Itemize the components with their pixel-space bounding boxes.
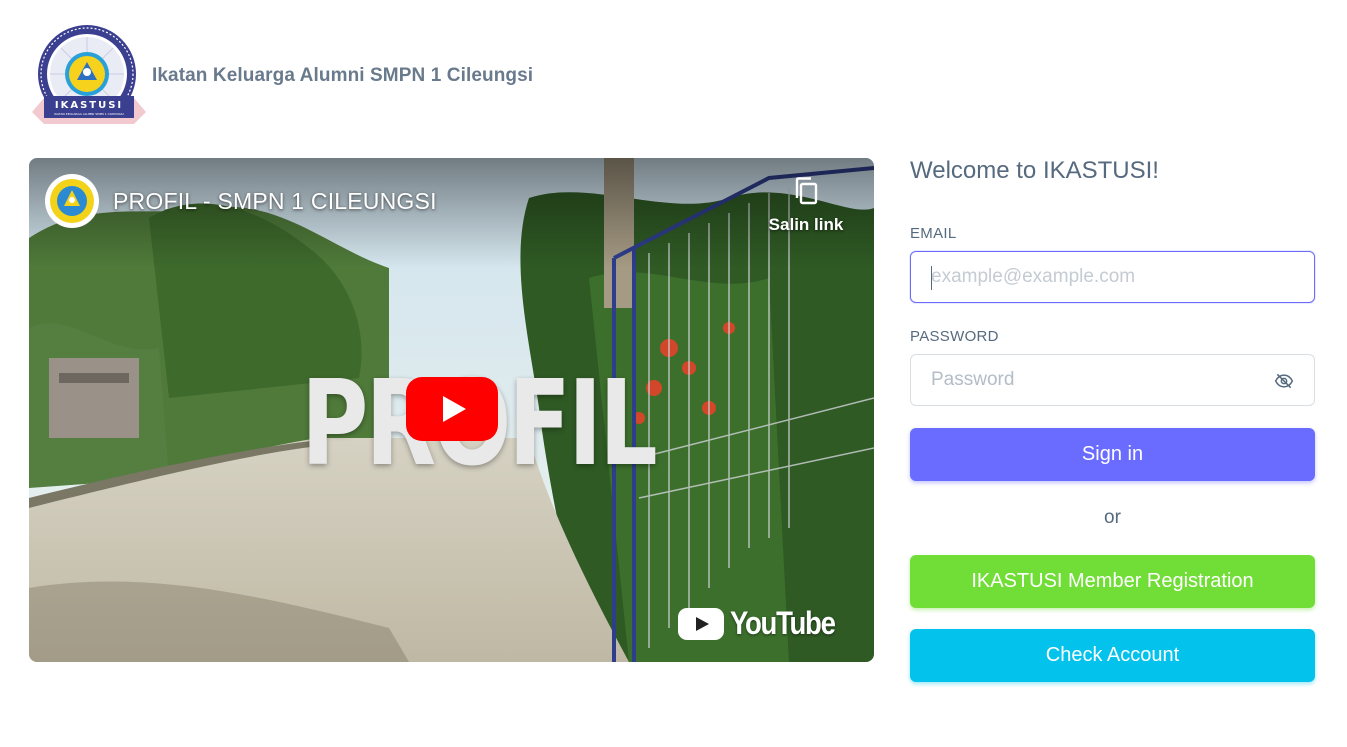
brand-name: Ikatan Keluarga Alumni SMPN 1 Cileungsi	[152, 65, 534, 86]
play-button[interactable]	[406, 377, 498, 441]
password-field[interactable]	[911, 355, 1314, 405]
or-divider: or	[1104, 507, 1121, 528]
copy-link-label: Salin link	[768, 215, 844, 234]
welcome-heading: Welcome to IKASTUSI!	[910, 157, 1159, 184]
email-field-wrapper	[910, 251, 1315, 303]
youtube-logo[interactable]: YouTube	[678, 605, 852, 642]
video-title[interactable]: PROFIL - SMPN 1 CILEUNGSI	[113, 188, 437, 215]
email-label: EMAIL	[910, 225, 957, 242]
school-emblem-icon	[50, 179, 94, 223]
svg-text:IKATAN KELUARGA ALUMNI SMPN 1: IKATAN KELUARGA ALUMNI SMPN 1 CILEUNGSI	[54, 112, 124, 116]
brand[interactable]: IKASTUSI IKATAN KELUARGA ALUMNI SMPN 1 C…	[30, 24, 533, 128]
copy-icon	[795, 177, 818, 205]
youtube-icon	[678, 607, 725, 640]
ikastusi-logo: IKASTUSI IKATAN KELUARGA ALUMNI SMPN 1 C…	[30, 24, 148, 128]
password-label: PASSWORD	[910, 328, 999, 345]
youtube-wordmark: YouTube	[730, 605, 836, 641]
email-field[interactable]	[911, 252, 1314, 302]
password-field-wrapper	[910, 354, 1315, 406]
text-caret	[931, 266, 932, 290]
video-player[interactable]: PROFIL - SMPN 1 CILEUNGSI Salin link PRO…	[29, 158, 874, 662]
copy-link-button[interactable]: Salin link	[764, 176, 848, 235]
svg-text:IKASTUSI: IKASTUSI	[55, 100, 123, 111]
sign-in-button[interactable]: Sign in	[910, 428, 1315, 481]
channel-avatar[interactable]	[45, 174, 99, 228]
play-icon	[406, 377, 498, 441]
member-registration-button[interactable]: IKASTUSI Member Registration	[910, 555, 1315, 608]
eye-off-icon[interactable]	[1274, 371, 1294, 391]
check-account-button[interactable]: Check Account	[910, 629, 1315, 682]
login-panel: Welcome to IKASTUSI! EMAIL PASSWORD Sign…	[910, 150, 1315, 682]
